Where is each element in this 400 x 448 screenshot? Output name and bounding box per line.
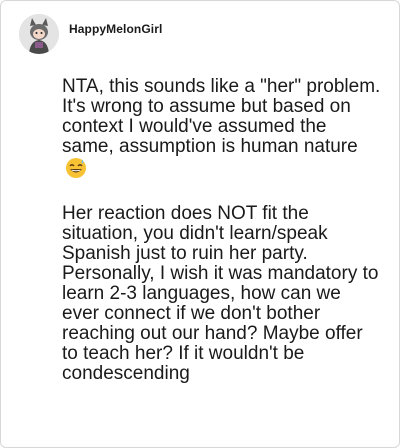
grinning-face-with-sweat-icon (65, 157, 87, 184)
comment-header: HappyMelonGirl (19, 14, 162, 54)
comment-card: HappyMelonGirl NTA, this sounds like a "… (0, 0, 400, 448)
comment-paragraph-1-text: NTA, this sounds like a "her" problem. I… (62, 76, 381, 157)
avatar[interactable] (19, 14, 59, 54)
comment-paragraph-1: NTA, this sounds like a "her" problem. I… (62, 77, 382, 184)
comment-paragraph-2: Her reaction does NOT fit the situation,… (62, 203, 379, 384)
user-avatar-icon (19, 14, 59, 54)
username[interactable]: HappyMelonGirl (69, 22, 162, 36)
comment-body: NTA, this sounds like a "her" problem. I… (62, 77, 382, 384)
